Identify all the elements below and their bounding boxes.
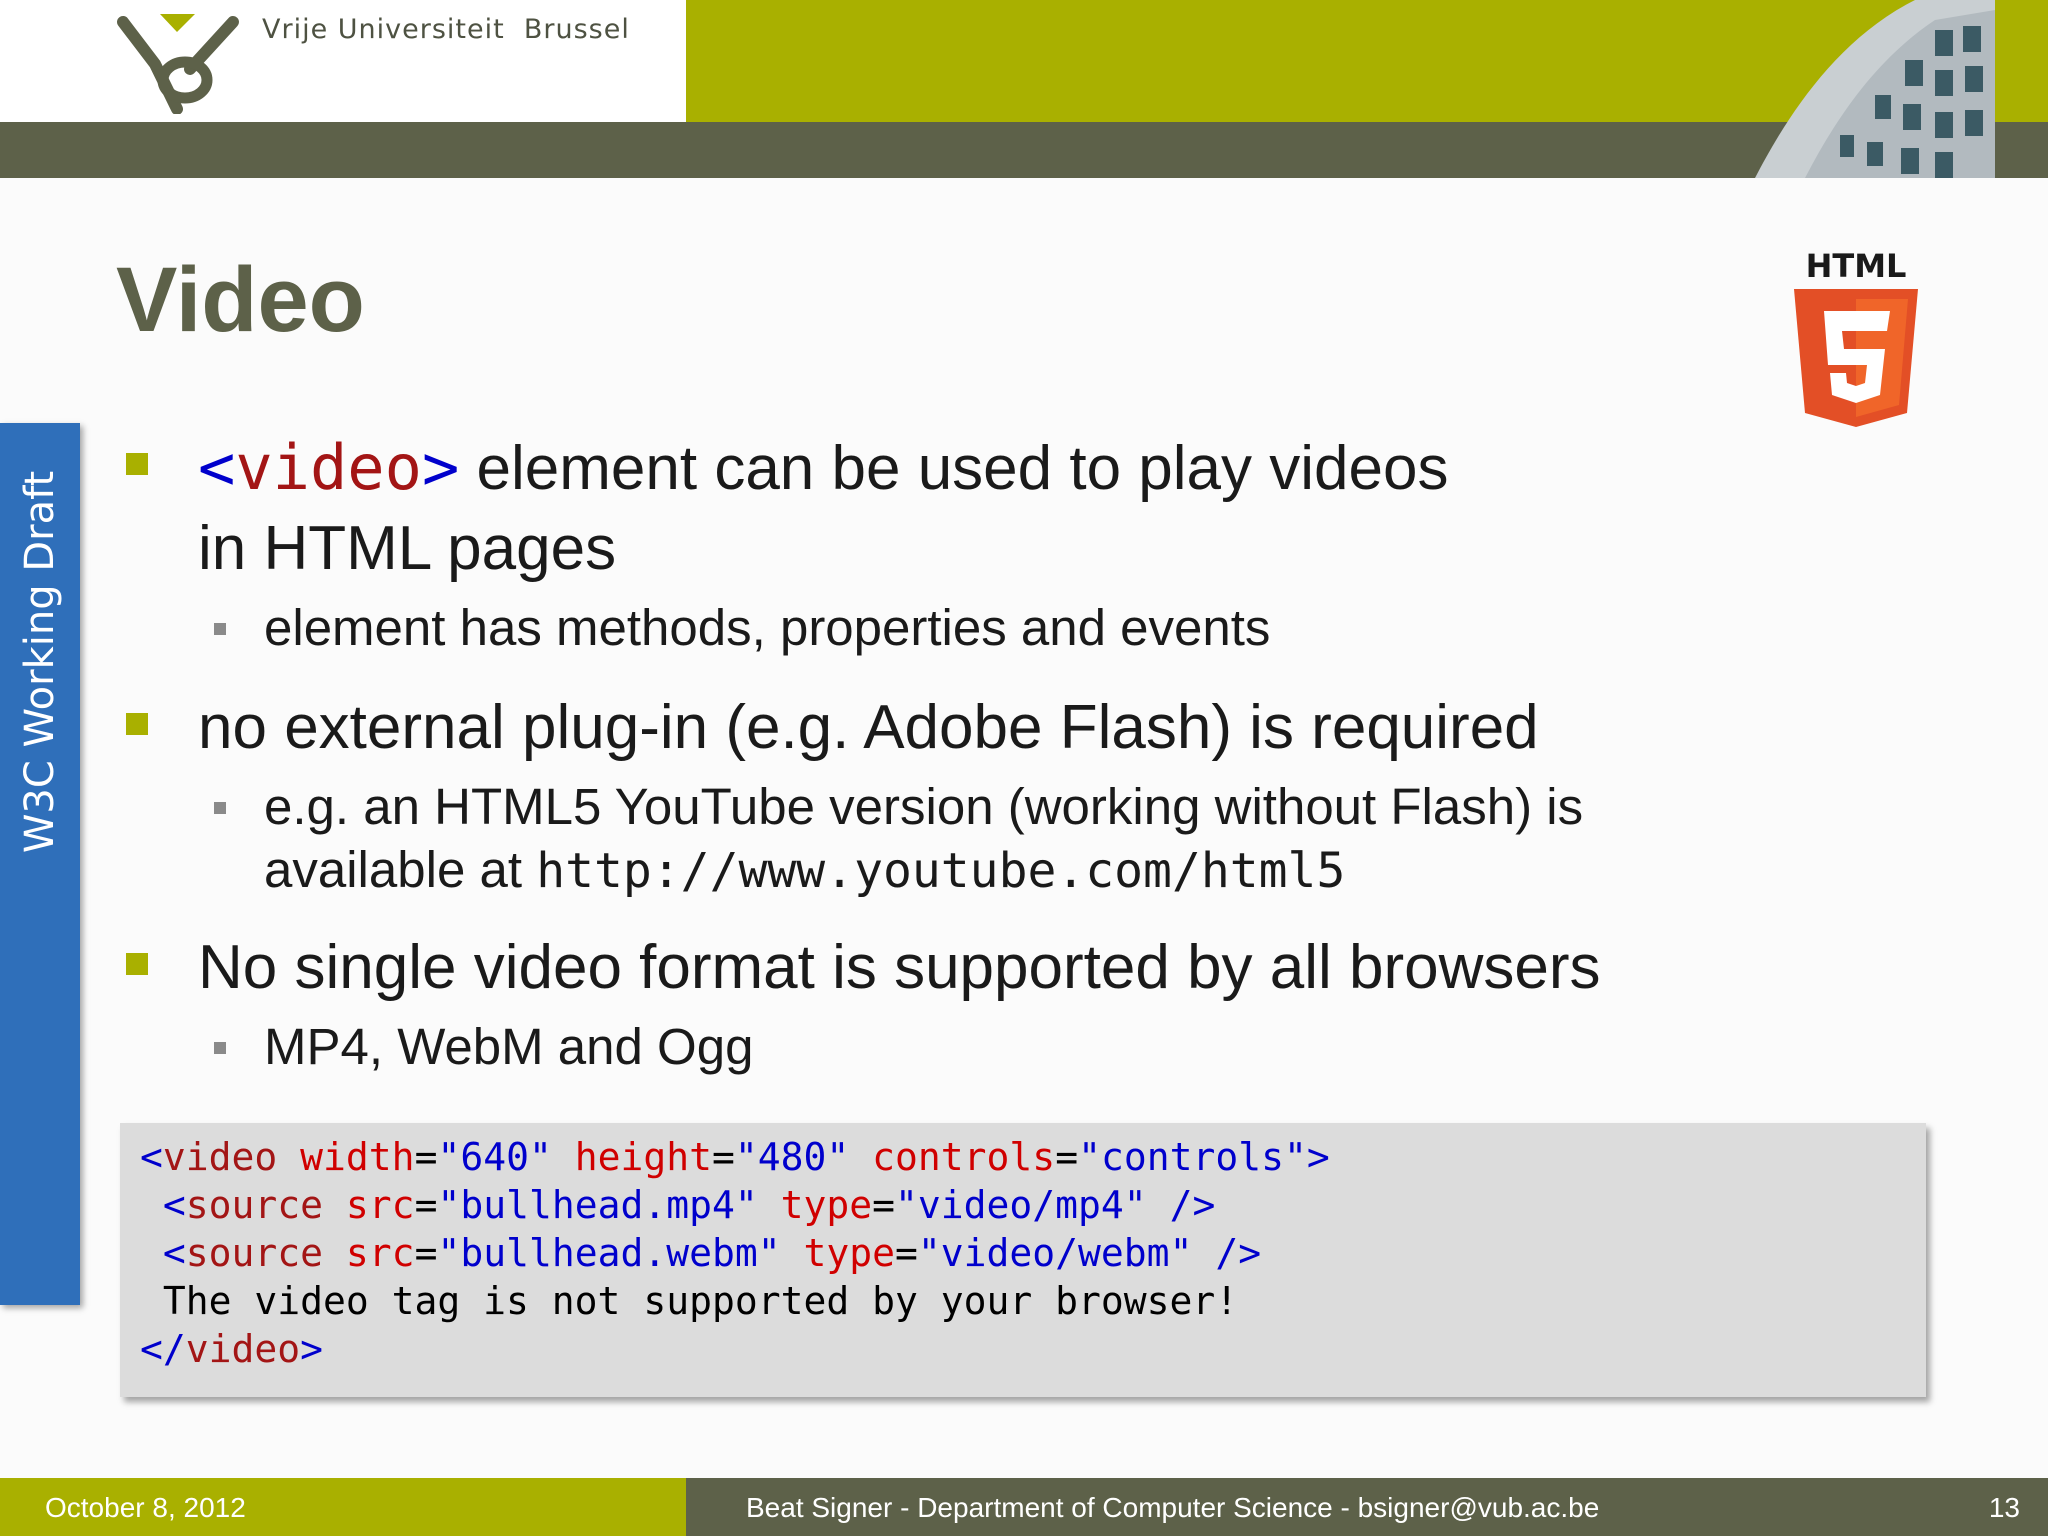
sub-bullet-2-prefix: available at (264, 841, 537, 898)
bullet-marker (126, 953, 148, 975)
html5-logo-icon: HTML (1794, 247, 1918, 427)
bullet-marker (126, 713, 148, 735)
tag-open: < (198, 431, 236, 504)
code-example: <video width="640" height="480" controls… (120, 1123, 1926, 1397)
tag-name: video (235, 431, 422, 504)
bullet-1-text: element can be used to play videos (459, 434, 1449, 503)
bullet-1-line-2: in HTML pages (198, 514, 617, 583)
sub-bullet-3-1: MP4, WebM and Ogg (264, 1018, 754, 1075)
sub-bullet-2-line-1: e.g. an HTML5 YouTube version (working w… (264, 778, 1584, 835)
bullet-marker (126, 453, 148, 475)
bullet-1-line-1: <video> element can be used to play vide… (198, 427, 1758, 509)
sub-bullet-marker (214, 1042, 226, 1054)
code-line-4: The video tag is not supported by your b… (140, 1279, 1239, 1323)
sub-bullet-marker (214, 623, 226, 635)
code-line-5: </video> (140, 1327, 324, 1371)
sub-bullet-2-line-2: available at http://www.youtube.com/html… (264, 838, 1824, 903)
side-tab-label: W3C Working Draft (17, 470, 63, 854)
code-line-2: <source src="bullhead.mp4" type="video/m… (140, 1183, 1216, 1227)
footer-author: Beat Signer - Department of Computer Sci… (746, 1492, 1600, 1523)
code-line-3: <source src="bullhead.webm" type="video/… (140, 1231, 1262, 1275)
bullet-3-text: No single video format is supported by a… (198, 933, 1601, 1002)
page-number: 13 (1988, 1492, 2020, 1523)
bullet-2-text: no external plug-in (e.g. Adobe Flash) i… (198, 693, 1539, 762)
vub-logo-icon (117, 14, 239, 114)
footer-date: October 8, 2012 (45, 1492, 246, 1523)
university-name: Vrije Universiteit Brussel (262, 14, 630, 45)
youtube-url: http://www.youtube.com/html5 (536, 843, 1346, 899)
tag-close: > (421, 431, 460, 504)
header-band (0, 122, 2048, 178)
building-photo-icon (1755, 0, 1995, 178)
html5-logo-label: HTML (1806, 247, 1907, 285)
sub-bullet-1-1: element has methods, properties and even… (264, 599, 1271, 656)
slide-title: Video (116, 249, 365, 351)
sub-bullet-marker (214, 802, 226, 814)
code-line-1: <video width="640" height="480" controls… (140, 1135, 1330, 1179)
